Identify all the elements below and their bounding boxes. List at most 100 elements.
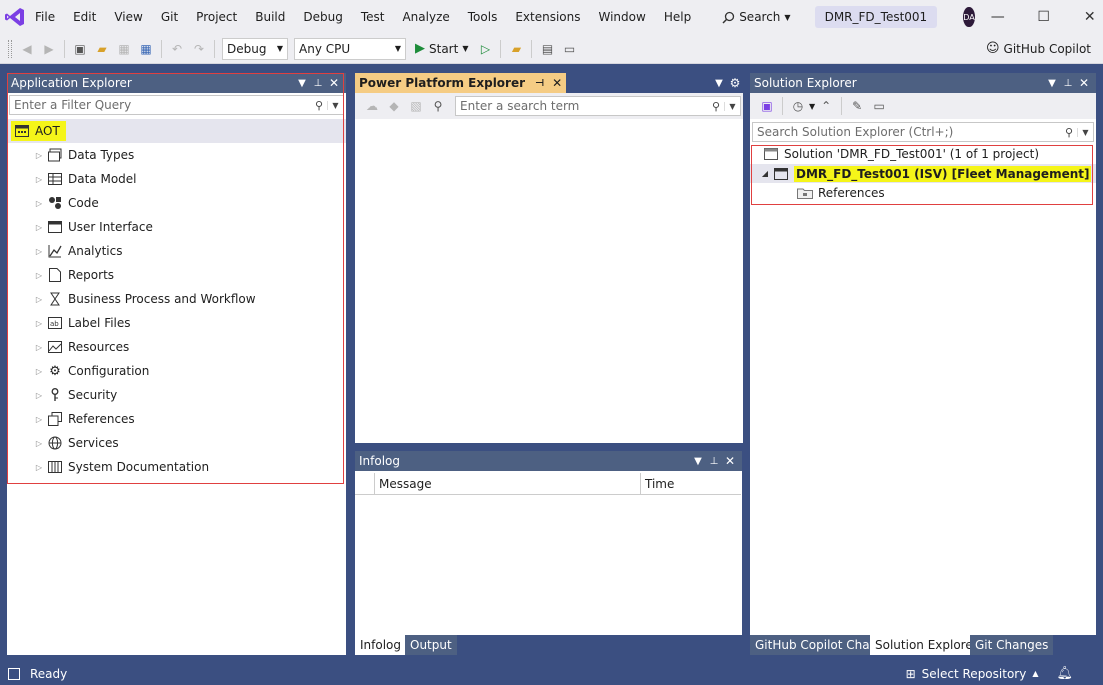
menu-tools[interactable]: Tools xyxy=(459,0,507,34)
filter-query-input[interactable]: Enter a Filter Query ⚲ ▼ xyxy=(9,95,344,115)
menu-file[interactable]: File xyxy=(26,0,64,34)
save-icon[interactable]: ▦ xyxy=(113,38,135,60)
visual-studio-logo-icon[interactable] xyxy=(4,0,26,34)
solution-platform-select[interactable]: Any CPU ▼ xyxy=(294,37,406,60)
collapse-arrow-icon[interactable]: ◢ xyxy=(758,169,772,178)
expand-arrow-icon[interactable]: ▷ xyxy=(32,343,46,352)
expand-arrow-icon[interactable]: ▷ xyxy=(32,319,46,328)
start-debugging-button[interactable]: ▶ Start ▼ xyxy=(409,41,474,56)
tree-node-code[interactable]: ▷ Code xyxy=(32,191,99,215)
connect-icon[interactable]: ☁ xyxy=(361,95,383,117)
expand-arrow-icon[interactable]: ▷ xyxy=(32,199,46,208)
chevron-down-icon[interactable]: ▼ xyxy=(1077,127,1093,137)
menu-help[interactable]: Help xyxy=(655,0,700,34)
pin-icon[interactable]: ⊥ xyxy=(706,456,722,467)
tab-power-platform-explorer[interactable]: Power Platform Explorer ⊣ ✕ xyxy=(355,73,567,93)
window-position-dropdown-icon[interactable]: ▼ xyxy=(711,78,727,89)
close-icon[interactable]: ✕ xyxy=(1067,0,1103,34)
close-icon[interactable]: ✕ xyxy=(326,76,342,90)
expand-arrow-icon[interactable]: ▷ xyxy=(32,295,46,304)
tree-node-aot[interactable]: AOT xyxy=(11,119,66,143)
window-layout-icon[interactable]: ▤ xyxy=(536,38,558,60)
tree-node-references[interactable]: ▷ References xyxy=(32,407,135,431)
menu-build[interactable]: Build xyxy=(246,0,294,34)
redo-icon[interactable]: ↷ xyxy=(188,38,210,60)
tab-solution-explorer[interactable]: Solution Explorer xyxy=(870,635,983,655)
menu-debug[interactable]: Debug xyxy=(294,0,351,34)
expand-arrow-icon[interactable]: ▷ xyxy=(32,415,46,424)
infolog-column-message[interactable]: Message xyxy=(375,473,641,494)
tree-node-services[interactable]: ▷ Services xyxy=(32,431,119,455)
toolbar-options-icon[interactable]: ▭ xyxy=(558,38,580,60)
tree-node-data-types[interactable]: ▷ Data Types xyxy=(32,143,134,167)
folder-view-icon[interactable]: ▰ xyxy=(505,38,527,60)
infolog-column-icon[interactable] xyxy=(355,473,375,494)
window-position-dropdown-icon[interactable]: ▼ xyxy=(1044,78,1060,89)
tab-github-copilot-chat[interactable]: GitHub Copilot Chat xyxy=(750,635,880,655)
search-menu[interactable]: Search ▼ xyxy=(712,10,800,24)
references-node[interactable]: References xyxy=(796,183,885,203)
avatar[interactable]: DA xyxy=(963,7,975,27)
notifications-bell-icon[interactable]: 🔔︎ xyxy=(1056,666,1073,681)
menu-extensions[interactable]: Extensions xyxy=(506,0,589,34)
navigate-back-icon[interactable]: ◀ xyxy=(16,38,38,60)
start-without-debugging-icon[interactable]: ▷ xyxy=(474,38,496,60)
minimize-icon[interactable]: — xyxy=(975,0,1021,34)
toolbar-grip[interactable] xyxy=(8,39,12,58)
pending-changes-filter-icon[interactable]: ◷ xyxy=(787,95,809,117)
close-icon[interactable]: ✕ xyxy=(1076,76,1092,90)
refresh-icon[interactable]: ▧ xyxy=(405,95,427,117)
tree-node-data-model[interactable]: ▷ Data Model xyxy=(32,167,137,191)
diamond-icon[interactable]: ◆ xyxy=(383,95,405,117)
tree-node-system-documentation[interactable]: ▷ System Documentation xyxy=(32,455,209,479)
solution-title-badge[interactable]: DMR_FD_Test001 xyxy=(814,6,938,28)
expand-arrow-icon[interactable]: ▷ xyxy=(32,223,46,232)
solution-explorer-search-input[interactable]: Search Solution Explorer (Ctrl+;) ⚲ ▼ xyxy=(752,122,1094,142)
close-icon[interactable]: ✕ xyxy=(552,76,562,90)
expand-arrow-icon[interactable]: ▷ xyxy=(32,247,46,256)
tree-node-workflow[interactable]: ▷ Business Process and Workflow xyxy=(32,287,256,311)
navigate-forward-icon[interactable]: ▶ xyxy=(38,38,60,60)
menu-view[interactable]: View xyxy=(105,0,151,34)
open-folder-icon[interactable]: ▰ xyxy=(91,38,113,60)
switch-views-icon[interactable]: ▣ xyxy=(756,95,778,117)
tree-node-security[interactable]: ▷ Security xyxy=(32,383,117,407)
menu-window[interactable]: Window xyxy=(590,0,655,34)
tree-node-resources[interactable]: ▷ Resources xyxy=(32,335,129,359)
select-repository-button[interactable]: ⊞ Select Repository ▲ xyxy=(906,667,1039,681)
collapse-all-icon[interactable]: ⌃ xyxy=(815,95,837,117)
pin-icon[interactable]: ⊥ xyxy=(1060,78,1076,89)
search-icon[interactable]: ⚲ xyxy=(1061,126,1077,139)
tree-node-label-files[interactable]: ▷ ab Label Files xyxy=(32,311,131,335)
github-copilot-button[interactable]: ☺ GitHub Copilot xyxy=(986,41,1091,56)
menu-test[interactable]: Test xyxy=(352,0,394,34)
menu-edit[interactable]: Edit xyxy=(64,0,105,34)
maximize-icon[interactable]: ☐ xyxy=(1021,0,1067,34)
tree-node-analytics[interactable]: ▷ Analytics xyxy=(32,239,123,263)
expand-arrow-icon[interactable]: ▷ xyxy=(32,271,46,280)
expand-arrow-icon[interactable]: ▷ xyxy=(32,151,46,160)
menu-project[interactable]: Project xyxy=(187,0,246,34)
search-icon[interactable]: ⚲ xyxy=(311,99,327,112)
tree-node-configuration[interactable]: ▷ ⚙ Configuration xyxy=(32,359,149,383)
preview-selected-icon[interactable]: ▭ xyxy=(868,95,890,117)
expand-arrow-icon[interactable]: ▷ xyxy=(32,439,46,448)
properties-wrench-icon[interactable]: ✎ xyxy=(846,95,868,117)
pin-icon[interactable]: ⊥ xyxy=(310,78,326,89)
window-position-dropdown-icon[interactable]: ▼ xyxy=(294,78,310,89)
menu-analyze[interactable]: Analyze xyxy=(393,0,458,34)
undo-icon[interactable]: ↶ xyxy=(166,38,188,60)
window-position-dropdown-icon[interactable]: ▼ xyxy=(690,456,706,467)
save-all-icon[interactable]: ▦ xyxy=(135,38,157,60)
expand-arrow-icon[interactable]: ▷ xyxy=(32,175,46,184)
new-project-icon[interactable]: ▣ xyxy=(69,38,91,60)
infolog-column-time[interactable]: Time xyxy=(641,473,741,494)
tree-node-reports[interactable]: ▷ Reports xyxy=(32,263,114,287)
project-node[interactable]: ◢ DMR_FD_Test001 (ISV) [Fleet Management… xyxy=(758,164,1092,183)
power-platform-search-input[interactable]: Enter a search term ⚲ ▼ xyxy=(455,96,741,116)
chevron-down-icon[interactable]: ▼ xyxy=(724,101,740,111)
gear-icon[interactable]: ⚙ xyxy=(727,76,743,90)
menu-git[interactable]: Git xyxy=(152,0,187,34)
tab-output[interactable]: Output xyxy=(405,635,457,655)
expand-arrow-icon[interactable]: ▷ xyxy=(32,391,46,400)
